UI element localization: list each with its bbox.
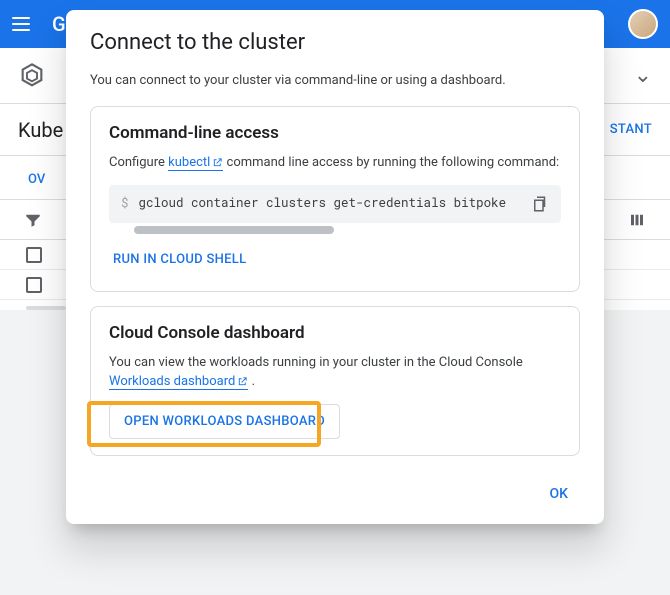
external-link-icon [212,157,223,168]
kubectl-link[interactable]: kubectl [168,155,223,171]
dialog-description: You can connect to your cluster via comm… [90,73,580,88]
connect-cluster-dialog: Connect to the cluster You can connect t… [66,10,604,524]
run-cloud-shell-button[interactable]: RUN IN CLOUD SHELL [109,244,250,275]
shell-prompt: $ [121,195,129,211]
command-box: $ gcloud container clusters get-credenti… [109,185,561,223]
open-workloads-dashboard-button[interactable]: OPEN WORKLOADS DASHBOARD [109,404,340,439]
ok-button[interactable]: OK [538,478,581,510]
copy-icon[interactable] [531,195,549,213]
console-text: You can view the workloads running in yo… [109,353,561,392]
console-card: Cloud Console dashboard You can view the… [90,306,580,456]
cli-instructions: Configure kubectl command line access by… [109,153,561,173]
cli-card: Command-line access Configure kubectl co… [90,106,580,292]
workloads-dashboard-link[interactable]: Workloads dashboard [109,374,248,390]
cli-heading: Command-line access [109,123,561,143]
dialog-actions: OK [90,470,580,514]
command-text: gcloud container clusters get-credential… [139,195,521,211]
console-heading: Cloud Console dashboard [109,323,561,343]
external-link-icon [237,376,248,387]
horizontal-scrollbar[interactable] [109,226,561,234]
dialog-title: Connect to the cluster [90,30,580,55]
